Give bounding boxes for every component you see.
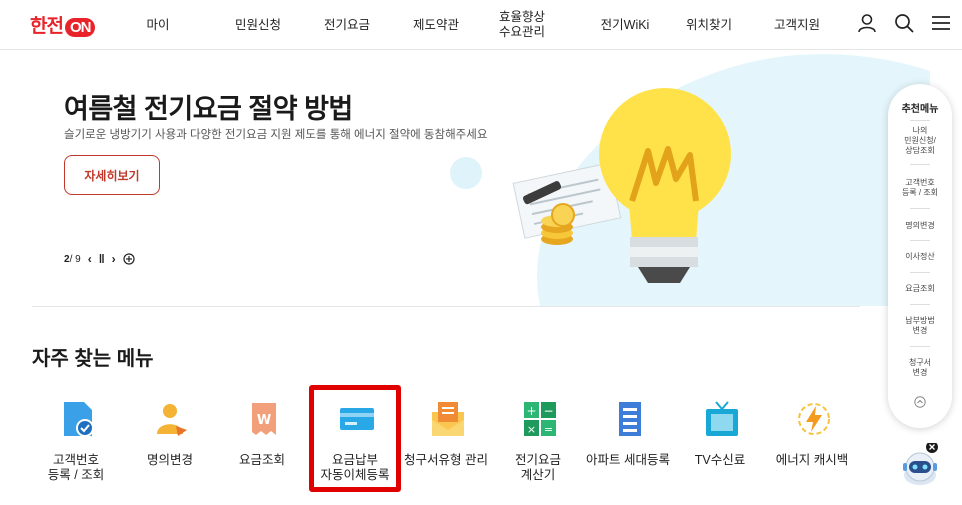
calculator-icon: + − × = xyxy=(524,402,556,436)
highlight-box xyxy=(309,385,401,492)
svg-text:W: W xyxy=(257,413,271,428)
menu-label: TV수신료 xyxy=(694,453,746,467)
quick-divider xyxy=(910,120,930,121)
quick-divider xyxy=(910,272,930,273)
banner-subtitle: 슬기로운 냉방기기 사용과 다양한 전기요금 지원 제도를 통해 에너지 절약에… xyxy=(64,129,488,141)
add-circle-icon[interactable] xyxy=(123,253,135,265)
menu-label: 아파트 세대등록 xyxy=(586,453,670,467)
user-icon[interactable] xyxy=(856,12,878,34)
kepco-on-logo[interactable]: 한전 ON xyxy=(30,11,96,38)
quick-item-bill-lookup[interactable]: 요금조회 xyxy=(888,284,952,294)
recommended-menu-title: 추천메뉴 xyxy=(901,104,939,115)
name-change-icon xyxy=(157,404,187,436)
view-details-button[interactable]: 자세히보기 xyxy=(64,155,160,195)
svg-text:+: + xyxy=(526,404,536,418)
quick-divider xyxy=(910,346,930,347)
site-header: 한전 ON 마이 민원신청 전기요금 제도약관 효율향상 수요관리 전기WiKi … xyxy=(0,0,962,50)
quick-item-customer-number[interactable]: 고객번호 등록 / 조회 xyxy=(888,178,952,198)
quick-item-move-settlement[interactable]: 이사정산 xyxy=(888,252,952,262)
svg-text:×: × xyxy=(527,423,536,436)
logo-text: 한전 xyxy=(30,16,64,37)
menu-icon[interactable] xyxy=(930,12,952,34)
menu-label: 청구서유형 관리 xyxy=(404,453,488,467)
chevron-up-icon[interactable] xyxy=(914,396,926,408)
nav-efficiency[interactable]: 효율향상 수요관리 xyxy=(488,0,556,50)
frequent-menu-title: 자주 찾는 메뉴 xyxy=(32,348,154,370)
bill-lookup-icon: W xyxy=(252,403,276,435)
svg-text:−: − xyxy=(543,404,553,418)
quick-divider xyxy=(910,164,930,165)
customer-number-icon xyxy=(64,402,94,437)
search-icon[interactable] xyxy=(893,12,915,34)
svg-text:=: = xyxy=(544,423,553,436)
banner-pager: 2/ 9 ‹ ǁ › xyxy=(64,252,135,266)
apartment-icon xyxy=(619,402,641,436)
quick-divider xyxy=(910,208,930,209)
logo-on-badge: ON xyxy=(64,18,96,37)
quick-item-payment-method[interactable]: 납부방법 변경 xyxy=(888,316,952,336)
nav-location[interactable]: 위치찾기 xyxy=(676,0,742,50)
quick-divider xyxy=(910,240,930,241)
chatbot-icon[interactable] xyxy=(900,443,944,487)
next-slide-icon[interactable]: › xyxy=(112,252,116,266)
pause-icon[interactable]: ǁ xyxy=(99,252,105,266)
menu-label: 요금조회 xyxy=(238,453,285,467)
pager-total: / 9 xyxy=(69,253,81,265)
menu-label: 전기요금 계산기 xyxy=(514,453,561,482)
tv-icon xyxy=(706,401,738,436)
nav-electric-rates[interactable]: 전기요금 xyxy=(314,0,380,50)
quick-item-my-request[interactable]: 나의 민원신청/ 상담조회 xyxy=(888,126,952,156)
section-divider xyxy=(32,306,860,307)
recommended-menu-panel: 추천메뉴 나의 민원신청/ 상담조회 고객번호 등록 / 조회 명의변경 이사정… xyxy=(888,84,952,428)
menu-label: 에너지 캐시백 xyxy=(775,453,849,467)
quick-divider xyxy=(910,304,930,305)
nav-wiki[interactable]: 전기WiKi xyxy=(590,0,660,50)
energy-cashback-icon xyxy=(798,403,830,435)
nav-civil-request[interactable]: 민원신청 xyxy=(225,0,291,50)
menu-label: 명의변경 xyxy=(146,453,193,467)
quick-item-name-change[interactable]: 명의변경 xyxy=(888,221,952,231)
quick-item-bill-change[interactable]: 청구서 변경 xyxy=(888,358,952,378)
banner-title: 여름철 전기요금 절약 방법 xyxy=(64,94,353,124)
nav-support[interactable]: 고객지원 xyxy=(764,0,830,50)
nav-my[interactable]: 마이 xyxy=(130,0,186,50)
hero-banner: 여름철 전기요금 절약 방법 슬기로운 냉방기기 사용과 다양한 전기요금 지원… xyxy=(0,51,962,306)
menu-label: 고객번호 등록 / 조회 xyxy=(47,453,105,482)
prev-slide-icon[interactable]: ‹ xyxy=(88,252,92,266)
nav-terms[interactable]: 제도약관 xyxy=(403,0,469,50)
envelope-icon xyxy=(432,402,464,436)
